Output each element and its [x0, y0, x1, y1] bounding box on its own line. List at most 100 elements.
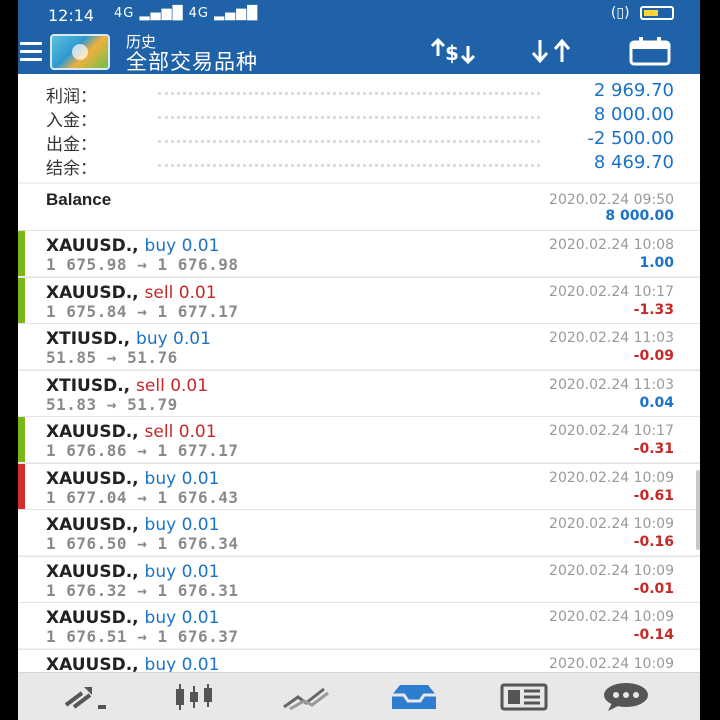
trade-row[interactable]: XAUUSD., buy 0.01 1 676.32 → 1 676.31 2020… [18, 555, 700, 602]
balance-value: 8 000.00 [605, 208, 674, 224]
scrollbar[interactable] [696, 470, 700, 550]
trade-side-volume: buy 0.01 [144, 608, 220, 628]
trade-profit: 1.00 [639, 255, 674, 271]
trade-icon[interactable] [280, 681, 332, 713]
symbol-text: XAUUSD., [46, 515, 139, 535]
status-right: (▯) [611, 5, 674, 21]
symbol-text: XAUUSD., [46, 282, 139, 303]
chart-candles-icon[interactable] [168, 681, 220, 713]
mt-history-screen: 12:14 4G ▂▄▆█ 4G ▂▄▆█ (▯) 历史 全部交易品种 $ 利润… [18, 0, 700, 720]
trade-status-bar [18, 510, 25, 555]
symbol-text: XAUUSD., [46, 561, 139, 582]
trade-profit: 0.04 [639, 394, 674, 411]
trade-symbol: XAUUSD., buy 0.01 [46, 469, 219, 489]
sort-icon[interactable] [528, 36, 578, 66]
trade-profit: -1.33 [633, 301, 674, 318]
news-icon[interactable] [498, 681, 550, 713]
trade-prices: 1 676.50 → 1 676.34 [46, 534, 239, 553]
trade-profit: -0.14 [633, 627, 674, 643]
balance-row[interactable]: Balance 2020.02.24 09:50 8 000.00 [18, 184, 700, 230]
status-bar: 12:14 4G ▂▄▆█ 4G ▂▄▆█ (▯) [18, 0, 700, 30]
calendar-icon[interactable] [628, 36, 672, 66]
trade-row[interactable]: XAUUSD., sell 0.01 1 676.86 → 1 677.17 202… [18, 416, 700, 462]
summary-row-withdrawal: 出金： -2 500.00 [18, 128, 700, 155]
trade-profit: -0.16 [633, 534, 674, 550]
trade-status-bar [18, 417, 25, 462]
history-inbox-icon[interactable] [388, 681, 440, 713]
trade-date: 2020.02.24 10:09 [549, 516, 674, 532]
symbol-filter[interactable]: 全部交易品种 [126, 46, 258, 76]
symbol-text: XAUUSD., [46, 468, 139, 489]
trade-prices: 1 675.84 → 1 677.17 [46, 301, 239, 321]
symbol-text: XTIUSD., [46, 329, 131, 349]
signal-indicators: 4G ▂▄▆█ 4G ▂▄▆█ [114, 6, 259, 21]
currency-exchange-icon[interactable]: $ [428, 36, 480, 66]
trade-row[interactable]: XTIUSD., sell 0.01 51.83 → 51.79 2020.02.2… [18, 369, 700, 416]
summary-value: 8 469.70 [593, 152, 674, 173]
status-time: 12:14 [48, 6, 95, 25]
trade-prices: 1 675.98 → 1 676.98 [46, 255, 239, 274]
summary-value: 2 969.70 [593, 80, 674, 101]
trade-prices: 1 676.32 → 1 676.31 [46, 580, 239, 600]
bottom-navigation [18, 672, 700, 720]
trade-symbol: XAUUSD., sell 0.01 [46, 283, 217, 303]
trade-status-bar [18, 324, 25, 369]
trade-status-bar [18, 371, 25, 416]
trade-profit: -0.01 [633, 580, 674, 597]
trade-status-bar [18, 603, 25, 648]
trade-date: 2020.02.24 10:09 [549, 469, 674, 486]
hamburger-menu-icon[interactable] [20, 42, 42, 62]
trade-side-volume: sell 0.01 [144, 422, 217, 442]
balance-date: 2020.02.24 09:50 [549, 192, 674, 208]
quotes-icon[interactable] [60, 681, 112, 713]
trade-symbol: XTIUSD., buy 0.01 [46, 329, 211, 349]
trade-date: 2020.02.24 11:03 [549, 330, 674, 346]
trade-side-volume: buy 0.01 [144, 468, 220, 489]
trade-date: 2020.02.24 10:09 [549, 562, 674, 579]
app-logo [50, 34, 110, 70]
trade-symbol: XAUUSD., buy 0.01 [46, 562, 219, 582]
trade-prices: 1 676.51 → 1 676.37 [46, 627, 239, 646]
trade-date: 2020.02.24 10:17 [549, 423, 674, 439]
svg-text:$: $ [445, 41, 459, 65]
trade-status-bar [18, 277, 25, 323]
trade-side-volume: buy 0.01 [144, 236, 220, 256]
trade-row[interactable]: XAUUSD., buy 0.01 1 676.51 → 1 676.37 2020… [18, 602, 700, 648]
dotted-leader [158, 164, 540, 167]
trade-side-volume: buy 0.01 [144, 561, 220, 582]
trade-symbol: XAUUSD., buy 0.01 [46, 608, 219, 628]
trade-row[interactable]: XTIUSD., buy 0.01 51.85 → 51.76 2020.02.24… [18, 323, 700, 369]
trade-prices: 1 676.86 → 1 677.17 [46, 441, 239, 460]
trade-profit: -0.31 [633, 441, 674, 457]
summary-value: -2 500.00 [587, 128, 674, 149]
trade-symbol: XAUUSD., sell 0.01 [46, 422, 217, 442]
trade-status-bar [18, 557, 25, 602]
dotted-leader [158, 140, 540, 143]
trade-row[interactable]: XAUUSD., buy 0.01 1 676.50 → 1 676.34 2020… [18, 509, 700, 555]
trade-row[interactable]: XAUUSD., buy 0.01 1 677.04 → 1 676.43 2020… [18, 462, 700, 509]
trade-profit: -0.61 [633, 487, 674, 504]
vibrate-icon: (▯) [610, 5, 630, 21]
trade-row[interactable]: XAUUSD., buy 0.01 1 675.98 → 1 676.98 2020… [18, 230, 700, 276]
trade-row[interactable]: XAUUSD., sell 0.01 1 675.84 → 1 677.17 202… [18, 276, 700, 323]
trade-prices: 51.85 → 51.76 [46, 348, 178, 367]
symbol-text: XTIUSD., [46, 375, 131, 396]
summary-row-profit: 利润： 2 969.70 [18, 80, 700, 107]
trade-side-volume: sell 0.01 [144, 282, 217, 303]
trade-date: 2020.02.24 11:03 [549, 376, 674, 393]
chat-icon[interactable] [600, 681, 652, 713]
symbol-text: XAUUSD., [46, 608, 139, 628]
dotted-leader [158, 92, 540, 95]
battery-icon [640, 6, 674, 20]
trade-side-volume: buy 0.01 [144, 515, 220, 535]
trade-symbol: XAUUSD., buy 0.01 [46, 515, 219, 535]
trade-prices: 51.83 → 51.79 [46, 394, 178, 414]
summary-row-balance: 结余： 8 469.70 [18, 152, 700, 179]
toolbar: 历史 全部交易品种 $ [18, 30, 700, 74]
trade-date: 2020.02.24 10:09 [549, 609, 674, 625]
balance-label: Balance [46, 190, 112, 209]
trade-date: 2020.02.24 10:17 [549, 283, 674, 300]
dotted-leader [158, 116, 540, 119]
summary-label: 结余： [46, 159, 97, 179]
trade-side-volume: buy 0.01 [136, 329, 211, 349]
